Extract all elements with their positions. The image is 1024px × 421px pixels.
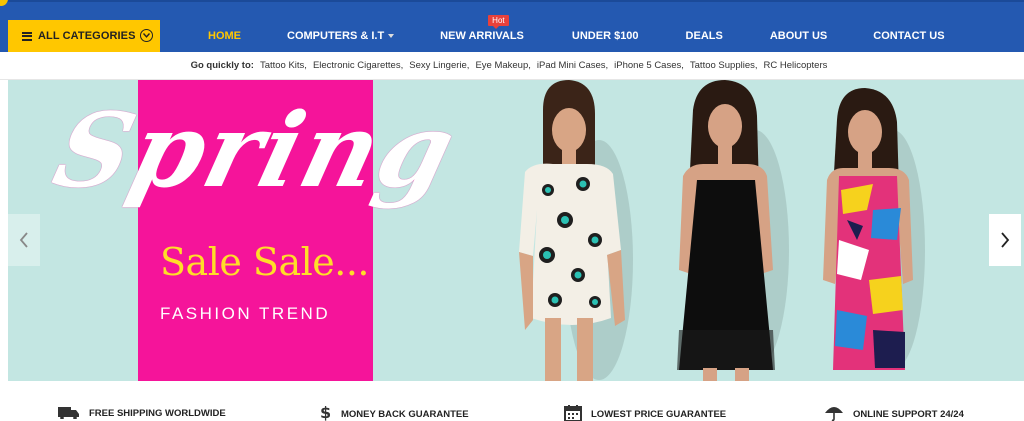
list-icon — [22, 31, 32, 41]
menu-item-new-arrivals[interactable]: Hot NEW ARRIVALS — [440, 15, 524, 42]
feature-label: FREE SHIPPING WORLDWIDE — [89, 408, 226, 419]
caret-down-icon — [388, 34, 395, 39]
dollar-icon: $ — [320, 403, 332, 421]
menu-item-deals[interactable]: DEALS — [686, 30, 723, 42]
feature-free-shipping: FREE SHIPPING WORLDWIDE — [58, 405, 226, 421]
menu-item-about-us[interactable]: ABOUT US — [770, 30, 827, 42]
quick-links-bar: Go quickly to: Tattoo Kits, Electronic C… — [0, 52, 1024, 80]
main-navbar: ALL CATEGORIES HOME COMPUTERS & I.T Hot … — [0, 0, 1024, 52]
quick-link[interactable]: Electronic Cigarettes, — [313, 60, 403, 71]
feature-label: MONEY BACK GUARANTEE — [341, 409, 469, 420]
hot-badge: Hot — [488, 15, 509, 29]
carousel-next-button[interactable] — [989, 214, 1021, 266]
features-row: FREE SHIPPING WORLDWIDE $ MONEY BACK GUA… — [0, 381, 1024, 421]
quick-link[interactable]: Sexy Lingerie, — [409, 60, 469, 71]
feature-lowest-price: LOWEST PRICE GUARANTEE — [564, 405, 726, 421]
hero-banner[interactable]: Spring Sale Sale... FASHION TREND — [8, 80, 1024, 381]
feature-money-back: $ MONEY BACK GUARANTEE — [320, 403, 469, 421]
quick-links-label: Go quickly to: — [190, 60, 254, 71]
chevron-right-icon — [1001, 232, 1010, 248]
logo-mark — [0, 0, 8, 6]
model-photo-leopard-dress — [519, 80, 633, 381]
all-categories-label: ALL CATEGORIES — [38, 30, 136, 42]
feature-online-support: ONLINE SUPPORT 24/24 — [824, 405, 964, 421]
calendar-icon — [564, 405, 582, 421]
all-categories-button[interactable]: ALL CATEGORIES — [8, 20, 160, 52]
menu-item-under-100[interactable]: UNDER $100 — [572, 30, 639, 42]
banner-tagline: FASHION TREND — [160, 304, 331, 323]
model-photo-print-dress — [823, 88, 925, 370]
quick-link[interactable]: iPhone 5 Cases, — [614, 60, 684, 71]
main-menu: HOME COMPUTERS & I.T Hot NEW ARRIVALS UN… — [190, 15, 945, 52]
umbrella-icon — [824, 405, 844, 421]
menu-item-contact-us[interactable]: CONTACT US — [873, 30, 944, 42]
banner-subhead: Sale Sale... — [160, 240, 369, 284]
feature-label: LOWEST PRICE GUARANTEE — [591, 409, 727, 420]
svg-text:$: $ — [320, 405, 331, 421]
quick-link[interactable]: iPad Mini Cases, — [537, 60, 608, 71]
quick-link[interactable]: Tattoo Supplies, — [690, 60, 758, 71]
menu-item-computers[interactable]: COMPUTERS & I.T — [287, 30, 395, 42]
menu-item-home[interactable]: HOME — [208, 30, 241, 42]
quick-link[interactable]: Eye Makeup, — [475, 60, 530, 71]
chevron-left-icon — [19, 232, 28, 248]
quick-link[interactable]: RC Helicopters — [764, 60, 828, 71]
chevron-down-icon — [140, 29, 153, 42]
navbar-top-line — [0, 0, 1024, 2]
feature-label: ONLINE SUPPORT 24/24 — [853, 409, 964, 420]
truck-icon — [58, 405, 80, 421]
carousel-prev-button[interactable] — [8, 214, 40, 266]
model-photo-black-dress — [677, 80, 789, 381]
banner-headline: Spring — [43, 91, 468, 211]
quick-link[interactable]: Tattoo Kits, — [260, 60, 307, 71]
